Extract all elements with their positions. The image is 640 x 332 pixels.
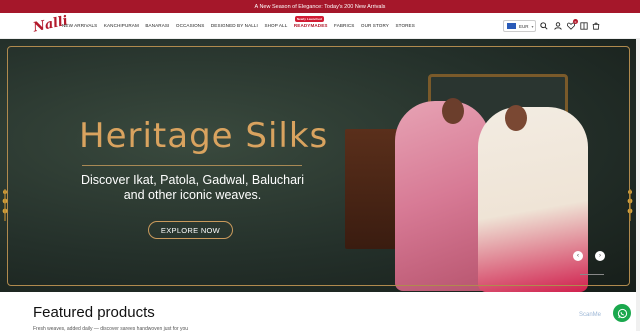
menu-item-kanchipuram[interactable]: KANCHIPURAM: [104, 23, 139, 28]
carousel-next-button[interactable]: ›: [595, 251, 605, 261]
featured-description: Fresh weaves, added daily — discover sar…: [33, 326, 189, 332]
menu-item-shop-all[interactable]: SHOP ALL: [264, 23, 287, 28]
hero-divider: [82, 165, 302, 166]
page-scrollbar[interactable]: [636, 39, 640, 331]
menu-item-fabrics[interactable]: FABRICS: [334, 23, 354, 28]
wishlist-count-badge: 0: [573, 19, 578, 24]
hero-gold-frame: [7, 46, 630, 286]
hero-banner[interactable]: Heritage Silks Discover Ikat, Patola, Ga…: [0, 39, 640, 292]
whatsapp-icon: [617, 308, 627, 318]
menu-item-designed-by-nalli[interactable]: DESIGNED BY NALLI: [211, 23, 258, 28]
scan-me-label[interactable]: ScanMe: [579, 312, 601, 318]
menu-item-banarasi[interactable]: BANARASI: [145, 23, 169, 28]
announcement-text: A New Season of Elegance: Today's 200 Ne…: [254, 3, 386, 10]
compare-icon[interactable]: [579, 21, 589, 31]
explore-now-button[interactable]: EXPLORE NOW: [148, 221, 233, 239]
menu-item-readymades-label: READYMADES: [293, 23, 328, 28]
hero-subtitle-line1: Discover Ikat, Patola, Gadwal, Baluchari: [80, 173, 305, 187]
main-menu: NEW ARRIVALS KANCHIPURAM BANARASI OCCASI…: [62, 16, 421, 28]
hero-title: Heritage Silks: [79, 116, 329, 156]
menu-item-our-story[interactable]: OUR STORY: [361, 23, 389, 28]
menu-item-new-arrivals[interactable]: NEW ARRIVALS: [62, 23, 97, 28]
chevron-right-icon: ›: [599, 253, 601, 259]
account-icon[interactable]: [553, 21, 563, 31]
chevron-left-icon: ‹: [577, 253, 579, 259]
newly-launched-badge: Newly Launched: [294, 16, 324, 22]
currency-selector[interactable]: EUR ▾: [503, 20, 536, 32]
cart-icon[interactable]: [591, 21, 601, 31]
hero-subtitle: Discover Ikat, Patola, Gadwal, Baluchari…: [70, 173, 315, 203]
carousel-progress: [580, 274, 604, 275]
chevron-down-icon: ▾: [531, 23, 534, 29]
menu-item-readymades[interactable]: Newly Launched READYMADES: [293, 16, 328, 28]
currency-code: EUR: [519, 23, 529, 29]
search-icon[interactable]: [539, 21, 549, 31]
announcement-bar: A New Season of Elegance: Today's 200 Ne…: [0, 0, 640, 13]
menu-item-stores[interactable]: STORES: [395, 23, 414, 28]
featured-heading: Featured products: [33, 304, 155, 321]
carousel-prev-button[interactable]: ‹: [573, 251, 583, 261]
wishlist-icon[interactable]: 0: [566, 19, 578, 31]
top-navigation: Nalli NEW ARRIVALS KANCHIPURAM BANARASI …: [0, 13, 640, 39]
eu-flag-icon: [507, 23, 516, 29]
lamp-left-icon: [2, 189, 8, 221]
whatsapp-button[interactable]: [613, 304, 631, 322]
lamp-right-icon: [627, 189, 633, 221]
menu-item-occasions[interactable]: OCCASIONS: [176, 23, 204, 28]
hero-subtitle-line2: and other iconic weaves.: [123, 188, 262, 202]
